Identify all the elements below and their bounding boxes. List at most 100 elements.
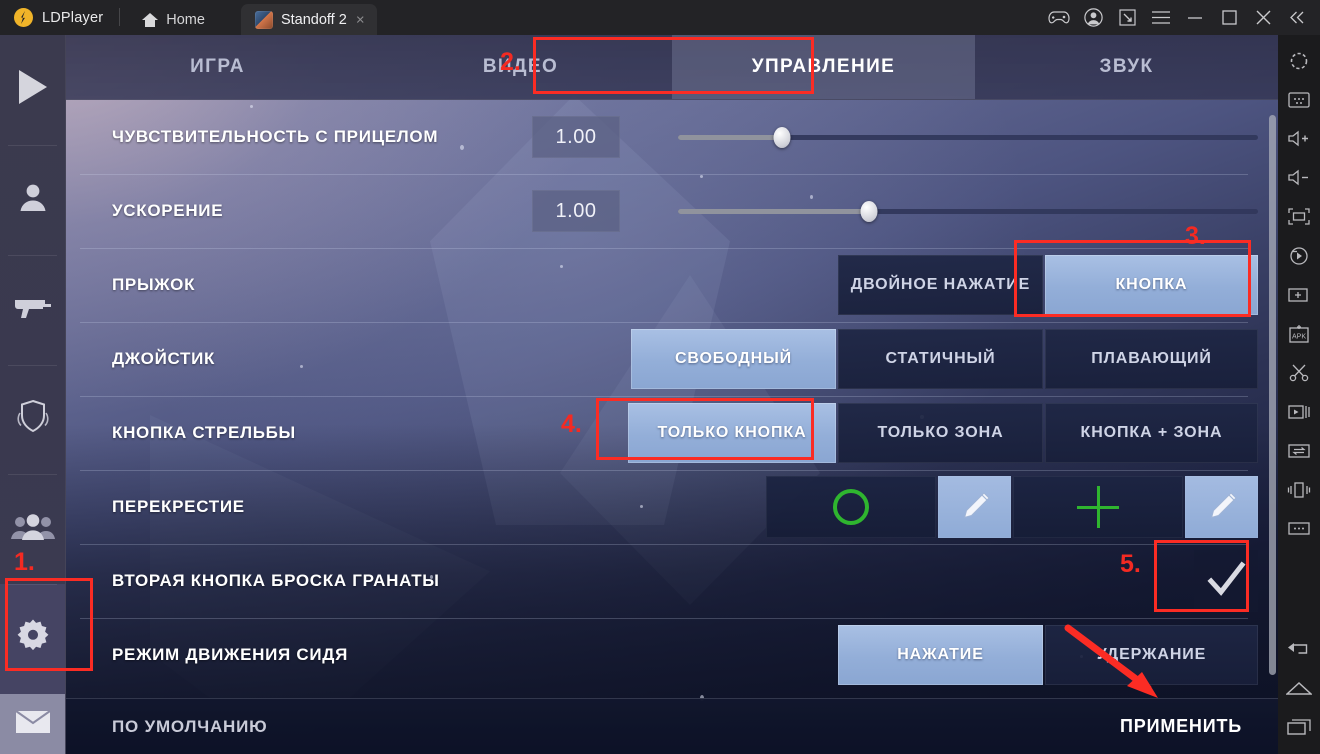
- game-sidebar: [0, 35, 66, 754]
- pencil-icon: [1210, 492, 1237, 519]
- row-label: РЕЖИМ ДВИЖЕНИЯ СИДЯ: [112, 645, 349, 664]
- crosshair-preset-ring[interactable]: [766, 476, 936, 538]
- more-icon[interactable]: [1278, 509, 1320, 548]
- row-control: 1.00: [532, 116, 1258, 158]
- weapons-icon: [13, 295, 53, 324]
- row-label: ПЕРЕКРЕСТИЕ: [112, 497, 245, 516]
- collapse-icon[interactable]: [1280, 0, 1314, 35]
- back-nav-icon[interactable]: [1278, 629, 1320, 668]
- row-control: [1194, 550, 1258, 612]
- window-tabstrip: Home Standoff 2 ×: [120, 0, 377, 35]
- pencil-icon: [963, 492, 990, 519]
- home-nav-icon[interactable]: [1278, 668, 1320, 707]
- maximize-icon[interactable]: [1212, 0, 1246, 35]
- joystick-option-free[interactable]: СВОБОДНЫЙ: [631, 329, 836, 389]
- tab-game[interactable]: ИГРА: [66, 35, 369, 99]
- apply-button[interactable]: ПРИМЕНИТЬ: [1120, 716, 1242, 737]
- fire-option-zone-only[interactable]: ТОЛЬКО ЗОНА: [838, 403, 1043, 463]
- fullscreen-icon[interactable]: [1278, 41, 1320, 80]
- game-icon: [254, 10, 273, 29]
- volume-down-icon[interactable]: [1278, 158, 1320, 197]
- row-crouch-move-mode: РЕЖИМ ДВИЖЕНИЯ СИДЯ НАЖАТИЕ УДЕРЖАНИЕ: [66, 618, 1258, 692]
- row-control: ТОЛЬКО КНОПКА ТОЛЬКО ЗОНА КНОПКА + ЗОНА: [626, 403, 1258, 463]
- minimize-icon[interactable]: [1178, 0, 1212, 35]
- recents-nav-icon[interactable]: [1278, 707, 1320, 746]
- slider-knob[interactable]: [773, 127, 791, 148]
- tab-controls[interactable]: УПРАВЛЕНИЕ: [672, 35, 975, 99]
- row-second-grenade-button: ВТОРАЯ КНОПКА БРОСКА ГРАНАТЫ: [66, 544, 1258, 618]
- row-acceleration: УСКОРЕНИЕ 1.00: [66, 174, 1258, 248]
- account-icon[interactable]: [1076, 0, 1110, 35]
- tab-sound[interactable]: ЗВУК: [975, 35, 1278, 99]
- sidebar-item-friends[interactable]: [0, 474, 65, 584]
- tab-standoff-2-label: Standoff 2: [280, 11, 347, 28]
- volume-up-icon[interactable]: [1278, 119, 1320, 158]
- home-icon: [142, 12, 159, 27]
- row-jump: ПРЫЖОК ДВОЙНОЕ НАЖАТИЕ КНОПКА: [66, 248, 1258, 322]
- crosshair-edit-cross-button[interactable]: [1185, 476, 1258, 538]
- sidebar-item-mail[interactable]: [0, 694, 65, 754]
- keyboard-mapping-icon[interactable]: [1278, 80, 1320, 119]
- cross-crosshair-icon: [1074, 483, 1122, 531]
- add-window-icon[interactable]: [1278, 275, 1320, 314]
- video-record-icon[interactable]: [1278, 392, 1320, 431]
- row-label: УСКОРЕНИЕ: [112, 201, 224, 220]
- sidebar-item-weapons[interactable]: [0, 254, 65, 365]
- rank-icon: [14, 399, 52, 440]
- crosshair-edit-ring-button[interactable]: [938, 476, 1011, 538]
- row-label: ЧУВСТВИТЕЛЬНОСТЬ С ПРИЦЕЛОМ: [112, 127, 439, 146]
- slider-knob[interactable]: [860, 201, 878, 222]
- sidebar-item-rank[interactable]: [0, 364, 65, 475]
- row-label: КНОПКА СТРЕЛЬБЫ: [112, 423, 296, 442]
- tab-home[interactable]: Home: [120, 4, 241, 35]
- acceleration-slider[interactable]: [678, 190, 1258, 232]
- acceleration-value: 1.00: [532, 190, 620, 232]
- file-transfer-icon[interactable]: [1278, 431, 1320, 470]
- emulator-viewport[interactable]: ИГРА ВИДЕО УПРАВЛЕНИЕ ЗВУК ЧУВСТВИТЕЛЬНО…: [0, 35, 1278, 754]
- jump-option-double-tap[interactable]: ДВОЙНОЕ НАЖАТИЕ: [838, 255, 1043, 315]
- aim-sensitivity-slider[interactable]: [678, 116, 1258, 158]
- sidebar-item-play[interactable]: [0, 35, 65, 145]
- mail-icon: [14, 709, 51, 739]
- row-fire-button: КНОПКА СТРЕЛЬБЫ ТОЛЬКО КНОПКА ТОЛЬКО ЗОН…: [66, 396, 1258, 470]
- row-control: ДВОЙНОЕ НАЖАТИЕ КНОПКА: [836, 255, 1258, 315]
- crouch-option-tap[interactable]: НАЖАТИЕ: [838, 625, 1043, 685]
- ring-crosshair-icon: [833, 489, 869, 525]
- shake-icon[interactable]: [1278, 470, 1320, 509]
- aim-sensitivity-value: 1.00: [532, 116, 620, 158]
- screenshot-icon[interactable]: [1278, 197, 1320, 236]
- resize-icon[interactable]: [1110, 0, 1144, 35]
- row-joystick: ДЖОЙСТИК СВОБОДНЫЙ СТАТИЧНЫЙ ПЛАВАЮЩИЙ: [66, 322, 1258, 396]
- jump-option-button[interactable]: КНОПКА: [1045, 255, 1258, 315]
- sidebar-item-profile[interactable]: [0, 144, 65, 255]
- ldplayer-window: LDPlayer Home Standoff 2 × ИГРА ВИДЕО УП…: [0, 0, 1320, 754]
- gamepad-icon[interactable]: [1042, 0, 1076, 35]
- rotate-icon[interactable]: [1278, 236, 1320, 275]
- close-icon[interactable]: [1246, 0, 1280, 35]
- second-grenade-checkbox[interactable]: [1194, 550, 1258, 612]
- sidebar-item-settings[interactable]: [0, 584, 65, 695]
- fire-option-button-and-zone[interactable]: КНОПКА + ЗОНА: [1045, 403, 1258, 463]
- row-label: ВТОРАЯ КНОПКА БРОСКА ГРАНАТЫ: [112, 571, 440, 590]
- menu-icon[interactable]: [1144, 0, 1178, 35]
- tab-standoff-2[interactable]: Standoff 2 ×: [240, 4, 377, 35]
- fire-option-button-only[interactable]: ТОЛЬКО КНОПКА: [628, 403, 836, 463]
- install-apk-icon[interactable]: APK: [1278, 314, 1320, 353]
- emulator-toolbar: APK: [1278, 35, 1320, 754]
- profile-icon: [17, 181, 49, 218]
- close-icon[interactable]: ×: [353, 12, 368, 27]
- tab-video[interactable]: ВИДЕО: [369, 35, 672, 99]
- joystick-option-static[interactable]: СТАТИЧНЫЙ: [838, 329, 1043, 389]
- tab-home-label: Home: [166, 11, 205, 28]
- friends-icon: [10, 513, 55, 546]
- crosshair-preset-cross[interactable]: [1013, 476, 1183, 538]
- crouch-option-hold[interactable]: УДЕРЖАНИЕ: [1045, 625, 1258, 685]
- settings-scrollbar[interactable]: [1269, 115, 1276, 675]
- play-icon: [15, 68, 51, 111]
- row-label: ПРЫЖОК: [112, 275, 196, 294]
- joystick-option-floating[interactable]: ПЛАВАЮЩИЙ: [1045, 329, 1258, 389]
- slider-fill: [678, 135, 783, 140]
- scissors-icon[interactable]: [1278, 353, 1320, 392]
- default-button[interactable]: ПО УМОЛЧАНИЮ: [66, 717, 267, 737]
- svg-text:APK: APK: [1292, 333, 1306, 340]
